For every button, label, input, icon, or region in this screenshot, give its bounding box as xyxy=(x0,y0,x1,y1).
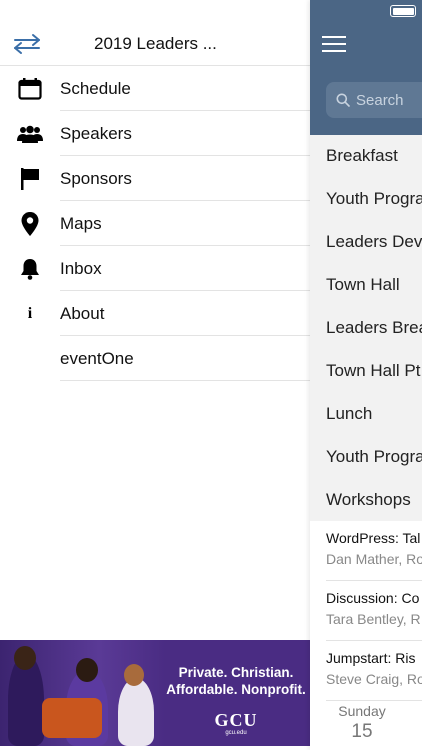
date-selector[interactable]: Sunday 15 xyxy=(310,703,414,743)
category-item[interactable]: Town Hall xyxy=(310,264,422,307)
ad-banner[interactable]: Private. Christian. Affordable. Nonprofi… xyxy=(0,640,310,746)
gcu-logo: GCU xyxy=(214,710,258,730)
category-list: Breakfast Youth Progra Leaders Dev Town … xyxy=(310,135,422,522)
menu-item-maps[interactable]: Maps xyxy=(0,201,310,246)
ad-slogan: Private. Christian. Affordable. Nonprofi… xyxy=(165,664,307,698)
session-list: WordPress: Tal Dan Mather, Ro Discussion… xyxy=(310,521,422,701)
calendar-icon xyxy=(0,66,60,111)
category-item[interactable]: Breakfast xyxy=(310,135,422,178)
event-title: 2019 Leaders ... xyxy=(94,33,217,53)
category-item[interactable]: Youth Progra xyxy=(310,435,422,478)
flag-icon xyxy=(0,156,60,201)
menu-item-schedule[interactable]: Schedule xyxy=(0,66,310,111)
category-item[interactable]: Workshops xyxy=(310,478,422,521)
menu-label: Maps xyxy=(60,213,102,233)
menu-label: Speakers xyxy=(60,123,132,143)
session-title: Discussion: Co xyxy=(326,590,420,606)
bell-icon xyxy=(0,246,60,291)
session-row[interactable]: Discussion: Co Tara Bentley, R xyxy=(310,581,422,641)
session-speaker: Steve Craig, Ro xyxy=(326,671,422,687)
category-item[interactable]: Leaders Dev xyxy=(310,221,422,264)
people-icon xyxy=(0,111,60,156)
menu-item-speakers[interactable]: Speakers xyxy=(0,111,310,156)
menu-label: eventOne xyxy=(60,348,134,368)
ad-url: gcu.edu xyxy=(225,730,247,736)
session-row[interactable]: WordPress: Tal Dan Mather, Ro xyxy=(310,521,422,581)
category-item[interactable]: Leaders Brea xyxy=(310,307,422,350)
category-item[interactable]: Town Hall Pt xyxy=(310,349,422,392)
map-pin-icon xyxy=(0,201,60,246)
blank-icon xyxy=(0,336,60,381)
session-speaker: Dan Mather, Ro xyxy=(326,551,422,567)
menu-item-inbox[interactable]: Inbox xyxy=(0,246,310,291)
menu-item-eventone[interactable]: eventOne xyxy=(0,336,310,381)
info-icon: i xyxy=(27,304,33,322)
menu-label: About xyxy=(60,303,105,323)
battery-icon xyxy=(390,5,416,17)
menu-item-sponsors[interactable]: Sponsors xyxy=(0,156,310,201)
main-panel: Search Breakfast Youth Progra Leaders De… xyxy=(310,0,422,750)
search-input[interactable]: Search xyxy=(326,82,422,118)
category-item[interactable]: Lunch xyxy=(310,392,422,435)
ad-slogan-line2: Affordable. Nonprofit. xyxy=(166,682,306,697)
menu-label: Schedule xyxy=(60,78,131,98)
menu-item-about[interactable]: i About xyxy=(0,291,310,336)
session-speaker: Tara Bentley, R xyxy=(326,611,421,627)
session-row[interactable]: Jumpstart: Ris Steve Craig, Ro xyxy=(310,641,422,701)
drawer-header: 2019 Leaders ... xyxy=(0,22,310,66)
swap-arrows-icon xyxy=(14,33,40,54)
search-placeholder: Search xyxy=(356,91,404,109)
menu-label: Sponsors xyxy=(60,168,132,188)
switch-event-button[interactable] xyxy=(4,22,50,66)
ad-slogan-line1: Private. Christian. xyxy=(178,665,294,680)
session-title: WordPress: Tal xyxy=(326,530,421,546)
date-number: 15 xyxy=(351,721,373,742)
ad-photo xyxy=(0,640,165,746)
category-item[interactable]: Youth Progra xyxy=(310,178,422,221)
menu-label: Inbox xyxy=(60,258,102,278)
side-drawer: 2019 Leaders ... Schedule Speakers Spons… xyxy=(0,0,310,750)
hamburger-menu-icon[interactable] xyxy=(322,36,348,54)
session-title: Jumpstart: Ris xyxy=(326,650,416,666)
date-day: Sunday xyxy=(338,703,386,719)
main-header: Search xyxy=(310,0,422,135)
drawer-menu: Schedule Speakers Sponsors Maps Inbox i … xyxy=(0,66,310,381)
search-icon xyxy=(336,93,350,107)
